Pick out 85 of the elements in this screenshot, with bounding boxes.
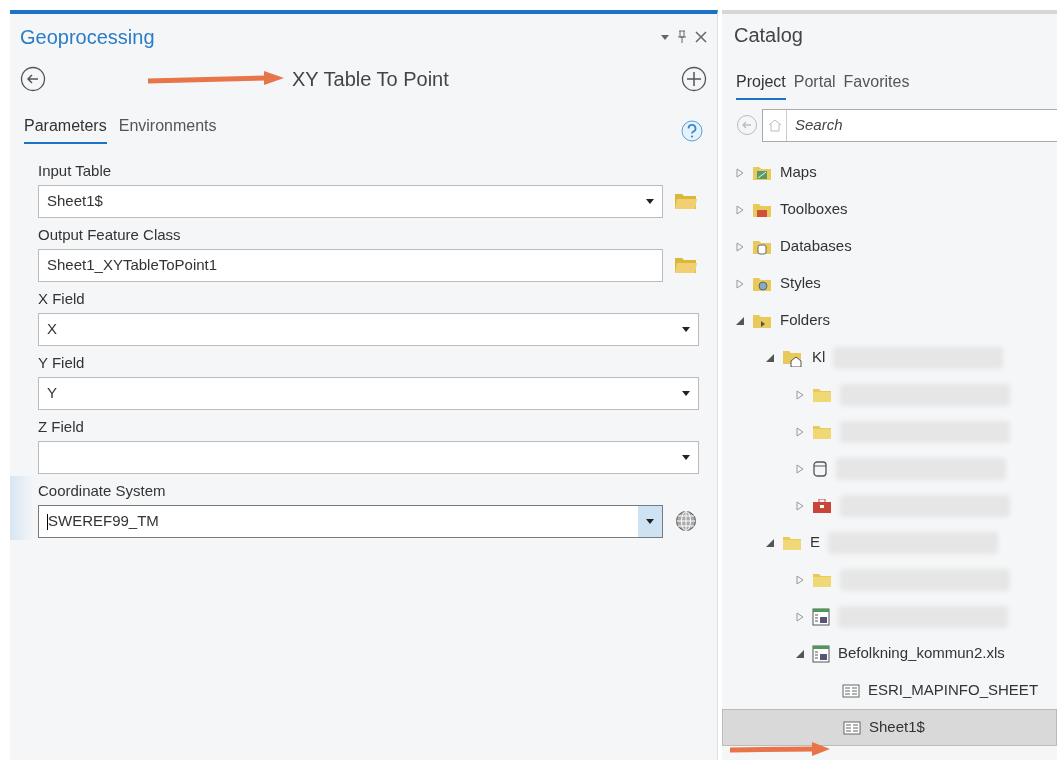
input-field[interactable]: Sheet1_XYTableToPoint1: [38, 248, 663, 282]
spreadsheet-icon: [812, 644, 830, 663]
tree-item-label: Databases: [780, 236, 852, 257]
folder-icon: [752, 312, 772, 329]
map-folder-icon: [752, 164, 772, 181]
expand-triangle-icon[interactable]: [796, 611, 804, 622]
expand-triangle-icon[interactable]: [736, 167, 744, 178]
dropdown-caret-icon: [646, 198, 654, 204]
database-icon: [812, 460, 828, 477]
tree-item[interactable]: Toolboxes: [722, 191, 1057, 228]
expand-triangle-icon[interactable]: [796, 574, 804, 585]
expand-triangle-icon[interactable]: [796, 426, 804, 437]
folder-icon: [812, 423, 832, 440]
parameter-label: Z Field: [38, 417, 85, 437]
pin-icon[interactable]: [677, 30, 687, 44]
collapse-triangle-icon[interactable]: [766, 353, 774, 362]
table-icon: [842, 683, 860, 698]
globe-icon[interactable]: [675, 510, 697, 532]
tree-item-label: Styles: [780, 273, 821, 294]
spreadsheet-icon: [812, 607, 830, 626]
tree-item[interactable]: Kl: [722, 339, 1057, 376]
dropdown-caret-icon: [646, 518, 654, 524]
folder-icon[interactable]: [674, 256, 698, 274]
expand-triangle-icon[interactable]: [736, 241, 744, 252]
style-folder-icon: [752, 275, 772, 292]
tab[interactable]: Environments: [118, 114, 217, 144]
toolbox-folder-icon: [752, 201, 772, 218]
tab[interactable]: Favorites: [843, 70, 910, 100]
collapse-triangle-icon[interactable]: [796, 649, 804, 658]
tree-item[interactable]: Maps: [722, 154, 1057, 191]
dropdown-field[interactable]: Sheet1$: [38, 184, 663, 218]
tree-item-label: Maps: [780, 162, 817, 183]
collapse-triangle-icon[interactable]: [736, 316, 744, 325]
tab[interactable]: Parameters: [24, 114, 107, 144]
folder-icon: [812, 571, 832, 588]
tree-item[interactable]: E: [722, 524, 1057, 561]
dropdown-field[interactable]: Y: [38, 376, 699, 410]
add-icon[interactable]: [681, 66, 707, 92]
tree-item-label: E: [810, 532, 820, 553]
folder-icon: [782, 534, 802, 551]
home-icon[interactable]: [767, 118, 782, 132]
tree-item[interactable]: Befolkning_kommun2.xls: [722, 635, 1057, 672]
pane-title: Geoprocessing: [20, 25, 155, 50]
tree-item-label: Folders: [780, 310, 831, 331]
expand-triangle-icon[interactable]: [736, 278, 744, 289]
tab[interactable]: Portal: [793, 70, 836, 100]
tree-item[interactable]: Styles: [722, 265, 1057, 302]
dropdown-caret-icon: [682, 390, 690, 396]
dropdown-caret-icon: [682, 326, 690, 332]
expand-triangle-icon[interactable]: [796, 463, 804, 474]
tool-title: XY Table To Point: [292, 67, 449, 92]
help-icon[interactable]: [681, 120, 703, 142]
parameter-label: Y Field: [38, 353, 86, 373]
parameter-label: X Field: [38, 289, 86, 309]
parameter-label: Input Table: [38, 161, 113, 181]
home-folder-icon: [782, 348, 804, 367]
tab[interactable]: Project: [736, 70, 786, 100]
expand-triangle-icon[interactable]: [796, 500, 804, 511]
toolbox-icon: [812, 498, 832, 513]
tree-item[interactable]: Databases: [722, 228, 1057, 265]
expand-triangle-icon[interactable]: [736, 204, 744, 215]
parameter-label: Coordinate System: [38, 481, 167, 501]
close-icon[interactable]: [695, 31, 707, 43]
tree-item[interactable]: Sheet1$: [722, 709, 1057, 746]
dropdown-field[interactable]: SWEREF99_TM: [38, 504, 663, 538]
dropdown-caret-icon: [682, 454, 690, 460]
parameter-label: Output Feature Class: [38, 225, 182, 245]
dropdown-caret-icon[interactable]: [661, 34, 669, 40]
folder-icon: [812, 386, 832, 403]
folder-icon[interactable]: [674, 192, 698, 210]
dropdown-field[interactable]: X: [38, 312, 699, 346]
tree-item-label: Kl: [812, 347, 826, 368]
tree-item[interactable]: Folders: [722, 302, 1057, 339]
tree-item-label: Toolboxes: [780, 199, 848, 220]
tree-item-label: Befolkning_kommun2.xls: [838, 643, 1005, 664]
collapse-triangle-icon[interactable]: [766, 538, 774, 547]
expand-triangle-icon[interactable]: [796, 389, 804, 400]
back-icon[interactable]: [20, 66, 46, 92]
tree-item[interactable]: ESRI_MAPINFO_SHEET: [722, 672, 1057, 709]
database-folder-icon: [752, 238, 772, 255]
tree-item-label: ESRI_MAPINFO_SHEET: [868, 680, 1039, 701]
dropdown-field[interactable]: [38, 440, 699, 474]
pane-title: Catalog: [734, 24, 803, 46]
tree-item-label: Sheet1$: [869, 717, 925, 738]
table-icon: [843, 720, 861, 735]
